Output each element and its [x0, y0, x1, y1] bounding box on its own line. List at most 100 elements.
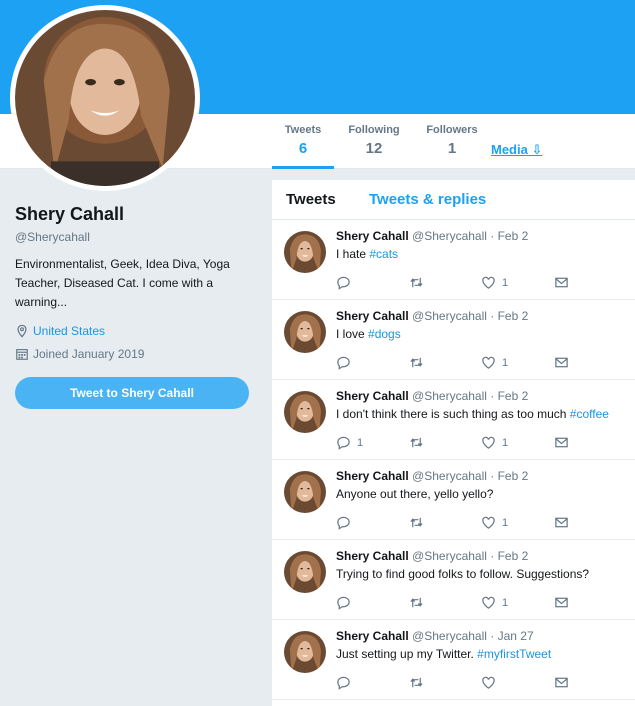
tweet-avatar[interactable]: [284, 631, 326, 673]
tweet-meta: @Sherycahall · Feb 2: [412, 309, 529, 323]
message-button[interactable]: [554, 435, 569, 450]
retweet-icon: [410, 597, 423, 608]
retweet-button[interactable]: [409, 595, 424, 610]
reply-icon: [337, 596, 350, 610]
retweet-button[interactable]: [409, 275, 424, 290]
tweet-to-button[interactable]: Tweet to Shery Cahall: [15, 377, 249, 409]
tweet-meta: @Sherycahall · Feb 2: [412, 549, 529, 563]
like-button[interactable]: 1: [481, 275, 508, 290]
reply-icon: [337, 676, 350, 690]
tweet-meta: @Sherycahall · Jan 27: [412, 629, 534, 643]
tweet-header: Shery Cahall @Sherycahall · Feb 2: [336, 389, 528, 403]
reply-button[interactable]: [336, 355, 357, 370]
message-button[interactable]: [554, 355, 569, 370]
nav-following-label: Following: [348, 124, 400, 136]
like-icon: [482, 436, 495, 449]
tweet-author-name[interactable]: Shery Cahall: [336, 469, 409, 483]
message-button[interactable]: [554, 515, 569, 530]
tweet-hashtag[interactable]: #cats: [369, 247, 398, 261]
message-icon: [555, 517, 568, 528]
tweet-item[interactable]: Shery Cahall @Sherycahall · Feb 2 I love…: [272, 300, 635, 380]
tweet-hashtag[interactable]: #myfirstTweet: [477, 647, 551, 661]
message-button[interactable]: [554, 595, 569, 610]
tweet-item[interactable]: Shery Cahall @Sherycahall · Feb 2 I don'…: [272, 380, 635, 460]
tweet-body: I love: [336, 327, 369, 341]
retweet-icon: [410, 517, 423, 528]
tab-tweets-replies[interactable]: Tweets & replies: [369, 191, 486, 208]
tweet-body: Anyone out there, yello yello?: [336, 487, 494, 501]
tweet-actions: 1: [336, 275, 576, 291]
retweet-icon: [410, 357, 423, 368]
nav-following-count: 12: [365, 140, 383, 157]
like-icon: [482, 276, 495, 289]
tweet-header: Shery Cahall @Sherycahall · Feb 2: [336, 229, 528, 243]
profile-location-link[interactable]: United States: [33, 324, 105, 338]
tweet-meta: @Sherycahall · Feb 2: [412, 469, 529, 483]
reply-button[interactable]: 1: [336, 435, 363, 450]
like-icon: [482, 676, 495, 689]
nav-tweets-count: 6: [298, 140, 308, 157]
reply-button[interactable]: [336, 515, 357, 530]
tweet-text: I love #dogs: [336, 327, 401, 341]
message-icon: [555, 437, 568, 448]
profile-handle[interactable]: @Sherycahall: [15, 230, 255, 244]
nav-followers-label: Followers: [426, 124, 478, 136]
tweet-actions: 1 1: [336, 435, 576, 451]
message-button[interactable]: [554, 675, 569, 690]
tweet-actions: 1: [336, 515, 576, 531]
like-icon: [482, 516, 495, 529]
message-button[interactable]: [554, 275, 569, 290]
reply-count: 1: [357, 436, 364, 449]
like-button[interactable]: 1: [481, 515, 508, 530]
like-button[interactable]: 1: [481, 355, 508, 370]
tweet-item[interactable]: Shery Cahall @Sherycahall · Feb 2 I hate…: [272, 220, 635, 300]
profile-joined-text: Joined January 2019: [33, 347, 145, 361]
tweet-item[interactable]: Shery Cahall @Sherycahall · Feb 2 Trying…: [272, 540, 635, 620]
tweet-author-name[interactable]: Shery Cahall: [336, 549, 409, 563]
tweet-avatar[interactable]: [284, 391, 326, 433]
nav-following[interactable]: Following 12: [346, 124, 402, 157]
tweet-text: Just setting up my Twitter. #myfirstTwee…: [336, 647, 551, 661]
reply-icon: [337, 356, 350, 370]
nav-tweets[interactable]: Tweets 6: [272, 124, 334, 169]
reply-button[interactable]: [336, 595, 357, 610]
tweet-avatar[interactable]: [284, 231, 326, 273]
profile-card: Shery Cahall @Sherycahall Environmentali…: [15, 204, 255, 361]
tweet-author-name[interactable]: Shery Cahall: [336, 309, 409, 323]
tweet-item[interactable]: Shery Cahall @Sherycahall · Jan 27 Just …: [272, 620, 635, 700]
message-icon: [555, 597, 568, 608]
retweet-button[interactable]: [409, 515, 424, 530]
like-button[interactable]: 1: [481, 595, 508, 610]
profile-name[interactable]: Shery Cahall: [15, 204, 255, 225]
retweet-button[interactable]: [409, 355, 424, 370]
nav-followers[interactable]: Followers 1: [424, 124, 480, 157]
tweet-avatar[interactable]: [284, 551, 326, 593]
tweet-actions: [336, 675, 576, 691]
reply-button[interactable]: [336, 275, 357, 290]
tweet-body: Trying to find good folks to follow. Sug…: [336, 567, 590, 581]
tweet-body: I don't think there is such thing as too…: [336, 407, 570, 421]
like-button[interactable]: 1: [481, 435, 508, 450]
tweet-body: I hate: [336, 247, 370, 261]
tweet-hashtag[interactable]: #coffee: [570, 407, 609, 421]
tweet-item[interactable]: Shery Cahall @Sherycahall · Feb 2 Anyone…: [272, 460, 635, 540]
tweet-avatar[interactable]: [284, 311, 326, 353]
retweet-button[interactable]: [409, 675, 424, 690]
tweet-author-name[interactable]: Shery Cahall: [336, 389, 409, 403]
reply-button[interactable]: [336, 675, 357, 690]
tweet-author-name[interactable]: Shery Cahall: [336, 229, 409, 243]
like-count: 1: [502, 436, 509, 449]
reply-icon: [337, 276, 350, 290]
like-count: 1: [502, 276, 509, 289]
like-button[interactable]: [481, 675, 502, 690]
tweet-avatar[interactable]: [284, 471, 326, 513]
tab-tweets[interactable]: Tweets: [286, 191, 336, 208]
retweet-button[interactable]: [409, 435, 424, 450]
tweet-hashtag[interactable]: #dogs: [368, 327, 401, 341]
nav-media-link[interactable]: Media ⇩: [491, 142, 542, 158]
like-count: 1: [502, 516, 509, 529]
timeline-tabs: Tweets Tweets & replies: [272, 180, 635, 220]
tweet-author-name[interactable]: Shery Cahall: [336, 629, 409, 643]
tweet-text: I don't think there is such thing as too…: [336, 407, 609, 421]
profile-avatar[interactable]: [10, 5, 200, 191]
